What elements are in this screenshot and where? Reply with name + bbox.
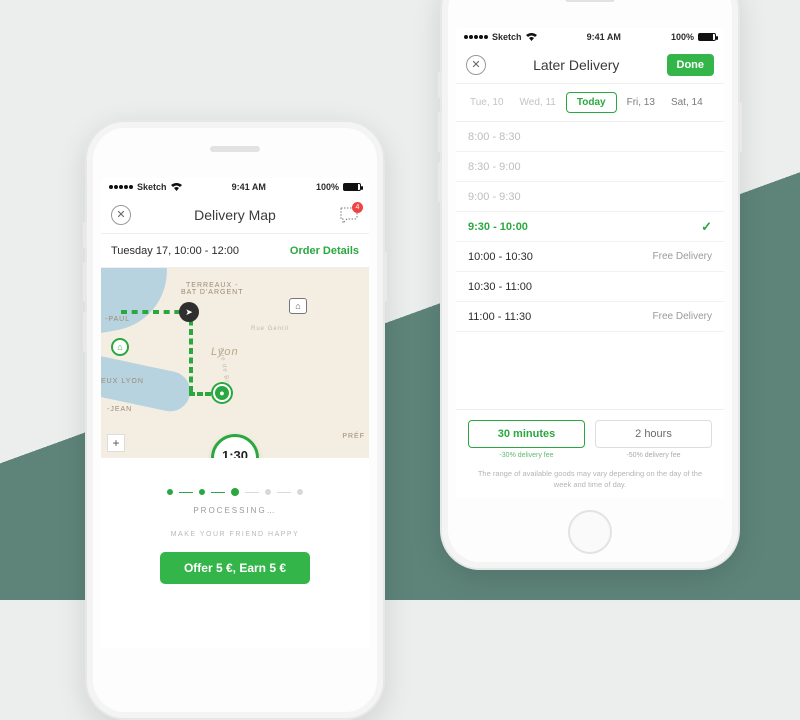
window-option-sub: -50% delivery fee [595, 452, 712, 459]
map[interactable]: TERREAUX - BAT D'ARGENT -PAUL Lyon EUX L… [101, 268, 369, 458]
battery-pct: 100% [316, 182, 339, 192]
phone-later-delivery: Sketch 9:41 AM 100% ✕ Later Delivery Don… [440, 0, 740, 570]
date-picker: Tue, 10Wed, 11TodayFri, 13Sat, 14 [456, 84, 724, 122]
map-pin-destination[interactable]: ● [213, 384, 231, 402]
page-title: Later Delivery [533, 57, 619, 73]
status-time: 9:41 AM [232, 182, 266, 192]
progress-steps [167, 488, 303, 496]
map-label: TERREAUX - BAT D'ARGENT [181, 282, 243, 296]
date-option[interactable]: Tue, 10 [464, 93, 510, 112]
close-icon[interactable]: ✕ [111, 205, 131, 225]
map-pin-start[interactable]: ⌂ [111, 338, 129, 356]
friend-caption: MAKE YOUR FRIEND HAPPY [171, 531, 300, 538]
time-slot-label: 10:30 - 11:00 [468, 281, 532, 293]
time-slot[interactable]: 9:30 - 10:00 ✓ [456, 212, 724, 242]
chat-icon[interactable]: 4 [339, 206, 359, 224]
status-bar: Sketch 9:41 AM 100% [456, 28, 724, 46]
map-pin-courier[interactable]: ➤ [179, 302, 199, 322]
time-slot[interactable]: 11:00 - 11:30 Free Delivery [456, 302, 724, 332]
slot-note: Free Delivery [653, 251, 712, 262]
delivery-window-options: 30 minutes -30% delivery fee 2 hours -50% d… [456, 409, 724, 465]
page-title: Delivery Map [194, 207, 276, 223]
status-panel: PROCESSING… MAKE YOUR FRIEND HAPPY Offer… [101, 458, 369, 648]
carrier: Sketch [137, 182, 167, 192]
time-slot-label: 8:00 - 8:30 [468, 131, 521, 143]
map-label: -PAUL [105, 316, 130, 323]
date-option[interactable]: Sat, 14 [665, 93, 709, 112]
eta-value: 1:30 [222, 448, 248, 459]
disclaimer: The range of available goods may vary de… [456, 465, 724, 498]
map-pin-store[interactable]: ⌂ [289, 298, 307, 314]
eta-badge: 1:30 hh:mm [211, 434, 259, 458]
status-text: PROCESSING… [193, 506, 276, 515]
status-time: 9:41 AM [587, 32, 621, 42]
order-details-link[interactable]: Order Details [290, 245, 359, 257]
header: ✕ Delivery Map 4 [101, 196, 369, 234]
date-today[interactable]: Today [566, 92, 617, 113]
status-bar: Sketch 9:41 AM 100% [101, 178, 369, 196]
window-option-sub: -30% delivery fee [468, 452, 585, 459]
map-label: EUX LYON [101, 378, 144, 385]
time-slot-label: 9:00 - 9:30 [468, 191, 521, 203]
map-label: Rue Gentil [251, 326, 289, 332]
window-option: 2 hours -50% delivery fee [595, 420, 712, 459]
home-button[interactable] [568, 510, 612, 554]
window-option: 30 minutes -30% delivery fee [468, 420, 585, 459]
time-slot: 9:00 - 9:30 [456, 182, 724, 212]
map-label: -JEAN [107, 406, 132, 413]
time-slots: 8:00 - 8:30 8:30 - 9:00 9:00 - 9:30 9:30 - … [456, 122, 724, 409]
time-slot-label: 9:30 - 10:00 [468, 221, 528, 233]
map-label: PRÉF [342, 433, 365, 440]
time-slot[interactable]: 10:00 - 10:30 Free Delivery [456, 242, 724, 272]
time-slot-label: 10:00 - 10:30 [468, 251, 533, 263]
zoom-in-button[interactable]: + [107, 434, 125, 452]
window-option-button[interactable]: 30 minutes [468, 420, 585, 448]
delivery-window: Tuesday 17, 10:00 - 12:00 [111, 245, 239, 257]
offer-button[interactable]: Offer 5 €, Earn 5 € [160, 552, 310, 584]
battery-pct: 100% [671, 32, 694, 42]
time-slot-label: 8:30 - 9:00 [468, 161, 521, 173]
window-option-button[interactable]: 2 hours [595, 420, 712, 448]
date-option[interactable]: Fri, 13 [621, 93, 661, 112]
check-icon: ✓ [701, 219, 712, 235]
chat-badge: 4 [352, 202, 363, 213]
delivery-window-row: Tuesday 17, 10:00 - 12:00 Order Details [101, 234, 369, 268]
time-slot[interactable]: 10:30 - 11:00 [456, 272, 724, 302]
close-icon[interactable]: ✕ [466, 55, 486, 75]
phone-delivery-map: Sketch 9:41 AM 100% ✕ Delivery Map 4 Tue… [85, 120, 385, 720]
time-slot: 8:00 - 8:30 [456, 122, 724, 152]
slot-note: Free Delivery [653, 311, 712, 322]
done-button[interactable]: Done [667, 54, 715, 76]
carrier: Sketch [492, 32, 522, 42]
time-slot-label: 11:00 - 11:30 [468, 311, 531, 323]
time-slot: 8:30 - 9:00 [456, 152, 724, 182]
date-option[interactable]: Wed, 11 [514, 93, 562, 112]
header: ✕ Later Delivery Done [456, 46, 724, 84]
